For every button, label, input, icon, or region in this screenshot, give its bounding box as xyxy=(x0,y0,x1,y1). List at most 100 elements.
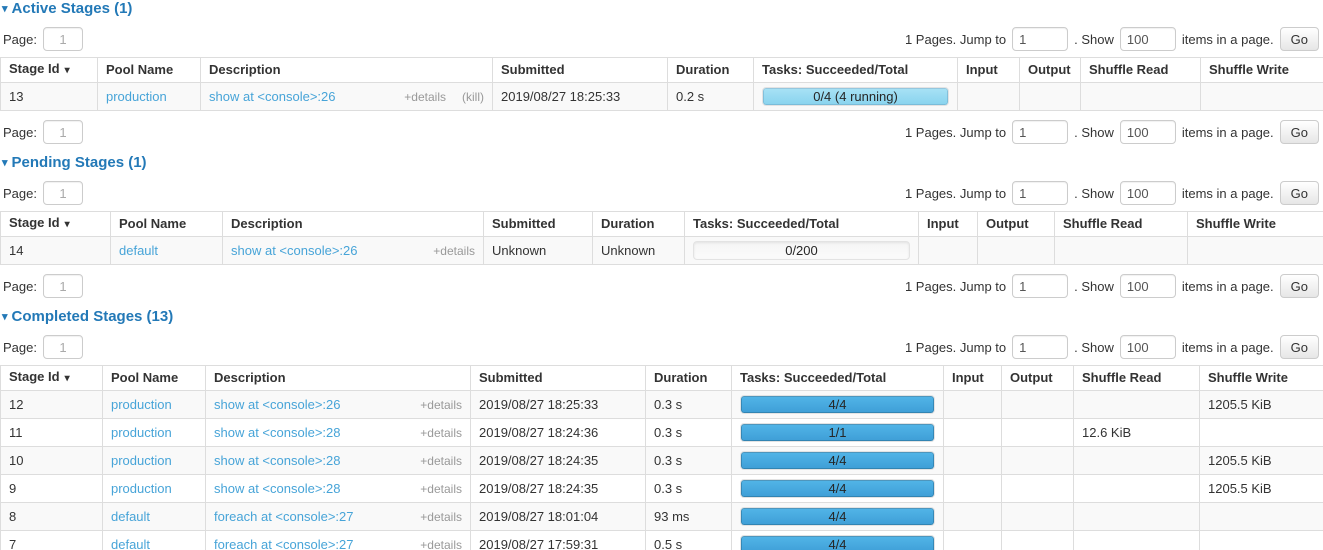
show-items-input[interactable] xyxy=(1120,120,1176,144)
description-cell: foreach at <console>:27+details xyxy=(206,503,471,531)
jump-to-input[interactable] xyxy=(1012,181,1068,205)
pending-stages-heading[interactable]: ▾Pending Stages (1) xyxy=(2,155,1323,172)
column-header-duration[interactable]: Duration xyxy=(646,366,732,391)
show-items-input[interactable] xyxy=(1120,27,1176,51)
stage-row: 10productionshow at <console>:28+details… xyxy=(1,447,1323,475)
go-button[interactable]: Go xyxy=(1280,120,1319,144)
column-header-shuffle-read[interactable]: Shuffle Read xyxy=(1074,366,1200,391)
page-number-input[interactable] xyxy=(43,120,83,144)
completed-stages-heading-label: Completed Stages (13) xyxy=(12,308,174,325)
column-header-label: Pool Name xyxy=(106,62,173,77)
shuffle-write-cell: 1205.5 KiB xyxy=(1200,447,1323,475)
column-header-output[interactable]: Output xyxy=(1020,58,1081,83)
task-progress-label: 4/4 xyxy=(741,536,934,550)
items-per-page-text: items in a page. xyxy=(1182,279,1274,294)
stage-description-link[interactable]: show at <console>:26 xyxy=(214,398,420,412)
column-header-output[interactable]: Output xyxy=(978,212,1055,237)
page-number-input[interactable] xyxy=(43,335,83,359)
input-cell xyxy=(944,419,1002,447)
active-stages-heading[interactable]: ▾Active Stages (1) xyxy=(2,1,1323,18)
column-header-pool-name[interactable]: Pool Name xyxy=(103,366,206,391)
column-header-shuffle-write[interactable]: Shuffle Write xyxy=(1188,212,1323,237)
column-header-tasks-succeeded-total[interactable]: Tasks: Succeeded/Total xyxy=(732,366,944,391)
column-header-submitted[interactable]: Submitted xyxy=(471,366,646,391)
column-header-duration[interactable]: Duration xyxy=(668,58,754,83)
input-cell xyxy=(944,475,1002,503)
details-toggle[interactable]: +details xyxy=(420,454,462,468)
column-header-shuffle-write[interactable]: Shuffle Write xyxy=(1201,58,1323,83)
kill-link[interactable]: (kill) xyxy=(462,90,484,104)
column-header-description[interactable]: Description xyxy=(201,58,493,83)
stage-description-link[interactable]: show at <console>:28 xyxy=(214,482,420,496)
pages-count-text: 1 Pages. Jump to xyxy=(905,279,1006,294)
page-number-input[interactable] xyxy=(43,181,83,205)
show-items-input[interactable] xyxy=(1120,181,1176,205)
column-header-description[interactable]: Description xyxy=(223,212,484,237)
jump-to-input[interactable] xyxy=(1012,335,1068,359)
stage-description-link[interactable]: show at <console>:26 xyxy=(231,244,433,258)
column-header-stage-id[interactable]: Stage Id▾ xyxy=(1,58,98,83)
column-header-input[interactable]: Input xyxy=(919,212,978,237)
stage-row: 8defaultforeach at <console>:27+details2… xyxy=(1,503,1323,531)
column-header-description[interactable]: Description xyxy=(206,366,471,391)
jump-to-input[interactable] xyxy=(1012,274,1068,298)
stage-description-link[interactable]: show at <console>:28 xyxy=(214,426,420,440)
details-toggle[interactable]: +details xyxy=(433,244,475,258)
show-items-input[interactable] xyxy=(1120,274,1176,298)
jump-to-input[interactable] xyxy=(1012,27,1068,51)
details-toggle[interactable]: +details xyxy=(404,90,446,104)
pool-name-link[interactable]: production xyxy=(106,89,167,104)
stage-description-link[interactable]: show at <console>:28 xyxy=(214,454,420,468)
column-header-pool-name[interactable]: Pool Name xyxy=(111,212,223,237)
details-toggle[interactable]: +details xyxy=(420,398,462,412)
column-header-shuffle-read[interactable]: Shuffle Read xyxy=(1055,212,1188,237)
pool-name-link[interactable]: production xyxy=(111,481,172,496)
column-header-input[interactable]: Input xyxy=(944,366,1002,391)
column-header-input[interactable]: Input xyxy=(958,58,1020,83)
column-header-stage-id[interactable]: Stage Id▾ xyxy=(1,366,103,391)
header-row: Stage Id▾Pool NameDescriptionSubmittedDu… xyxy=(1,366,1323,391)
pool-name-link[interactable]: production xyxy=(111,425,172,440)
stage-id-cell: 9 xyxy=(1,475,103,503)
column-header-label: Input xyxy=(952,370,984,385)
page-number-input[interactable] xyxy=(43,274,83,298)
column-header-tasks-succeeded-total[interactable]: Tasks: Succeeded/Total xyxy=(685,212,919,237)
pool-name-link[interactable]: production xyxy=(111,397,172,412)
stage-description-link[interactable]: foreach at <console>:27 xyxy=(214,510,420,524)
column-header-label: Stage Id xyxy=(9,215,60,230)
details-toggle[interactable]: +details xyxy=(420,426,462,440)
details-toggle[interactable]: +details xyxy=(420,510,462,524)
column-header-label: Duration xyxy=(601,216,654,231)
go-button[interactable]: Go xyxy=(1280,27,1319,51)
go-button[interactable]: Go xyxy=(1280,181,1319,205)
pagination-bar: Page: 1 Pages. Jump to . Show items in a… xyxy=(0,120,1323,144)
column-header-submitted[interactable]: Submitted xyxy=(493,58,668,83)
pagination-bar: Page: 1 Pages. Jump to . Show items in a… xyxy=(0,27,1323,51)
output-cell xyxy=(978,237,1055,265)
column-header-output[interactable]: Output xyxy=(1002,366,1074,391)
column-header-tasks-succeeded-total[interactable]: Tasks: Succeeded/Total xyxy=(754,58,958,83)
pool-name-link[interactable]: default xyxy=(119,243,158,258)
column-header-duration[interactable]: Duration xyxy=(593,212,685,237)
stage-row: 12productionshow at <console>:26+details… xyxy=(1,391,1323,419)
jump-to-input[interactable] xyxy=(1012,120,1068,144)
stage-description-link[interactable]: show at <console>:26 xyxy=(209,90,404,104)
column-header-shuffle-write[interactable]: Shuffle Write xyxy=(1200,366,1323,391)
go-button[interactable]: Go xyxy=(1280,335,1319,359)
page-number-input[interactable] xyxy=(43,27,83,51)
column-header-shuffle-read[interactable]: Shuffle Read xyxy=(1081,58,1201,83)
go-button[interactable]: Go xyxy=(1280,274,1319,298)
details-toggle[interactable]: +details xyxy=(420,538,462,550)
column-header-submitted[interactable]: Submitted xyxy=(484,212,593,237)
column-header-stage-id[interactable]: Stage Id▾ xyxy=(1,212,111,237)
column-header-pool-name[interactable]: Pool Name xyxy=(98,58,201,83)
stage-description-link[interactable]: foreach at <console>:27 xyxy=(214,538,420,550)
pool-name-link[interactable]: production xyxy=(111,453,172,468)
details-toggle[interactable]: +details xyxy=(420,482,462,496)
pool-name-link[interactable]: default xyxy=(111,537,150,550)
pool-name-link[interactable]: default xyxy=(111,509,150,524)
completed-stages-heading[interactable]: ▾Completed Stages (13) xyxy=(2,309,1323,326)
column-header-label: Description xyxy=(209,62,281,77)
show-items-input[interactable] xyxy=(1120,335,1176,359)
pool-name-cell: production xyxy=(98,83,201,111)
